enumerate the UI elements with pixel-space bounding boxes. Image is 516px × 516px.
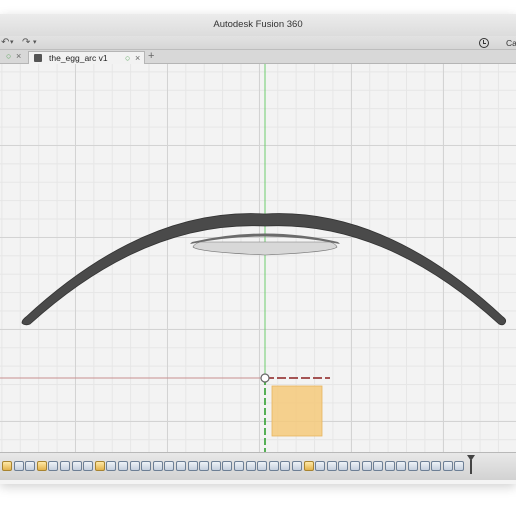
- timeline-feature-icon[interactable]: [442, 461, 453, 471]
- timeline-feature-icon[interactable]: [83, 461, 94, 471]
- timeline-feature-icon[interactable]: [280, 461, 291, 471]
- undo-dropdown-icon[interactable]: ▾: [10, 36, 14, 50]
- undo-icon[interactable]: ↶: [1, 36, 9, 50]
- timeline-feature-icon[interactable]: [222, 461, 233, 471]
- origin-point[interactable]: [260, 373, 270, 383]
- plus-icon[interactable]: +: [148, 50, 154, 63]
- tab-status-icon[interactable]: ○: [125, 52, 130, 64]
- timeline-feature-icon[interactable]: [245, 461, 256, 471]
- app-title: Autodesk Fusion 360: [213, 19, 303, 30]
- timeline-feature-icon[interactable]: [25, 461, 36, 471]
- redo-dropdown-icon[interactable]: ▾: [33, 36, 37, 50]
- quick-access-toolbar: ↶ ▾ ↷ ▾ Ca: [0, 36, 516, 50]
- document-icon: [34, 54, 42, 62]
- timeline-feature-icon[interactable]: [118, 461, 128, 471]
- timeline-feature-icon[interactable]: [199, 461, 210, 471]
- tab-document[interactable]: the_egg_arc v1 ○ ×: [28, 51, 145, 64]
- timeline-feature-icon[interactable]: [350, 461, 360, 471]
- tab-x-icon[interactable]: ×: [16, 50, 21, 63]
- timeline-bar: [0, 452, 516, 480]
- title-bar: Autodesk Fusion 360: [0, 14, 516, 36]
- document-tab-bar: ○ × the_egg_arc v1 ○ × +: [0, 50, 516, 64]
- timeline-feature-icon[interactable]: [152, 461, 163, 471]
- clock-icon[interactable]: [479, 38, 489, 48]
- redo-icon[interactable]: ↷: [22, 36, 30, 50]
- timeline-feature-icon[interactable]: [454, 461, 465, 471]
- selected-face[interactable]: [271, 385, 323, 437]
- timeline-feature-icon[interactable]: [419, 461, 430, 471]
- timeline-feature-icon[interactable]: [268, 461, 279, 471]
- timeline-feature-icon[interactable]: [106, 461, 117, 471]
- egg-arc-body[interactable]: [21, 213, 507, 326]
- timeline-feature-icon[interactable]: [164, 461, 175, 471]
- timeline-feature-icon[interactable]: [210, 461, 221, 471]
- timeline-feature-icon[interactable]: [187, 461, 198, 471]
- viewport-canvas[interactable]: [0, 64, 516, 452]
- close-tab-icon[interactable]: ×: [135, 52, 140, 64]
- timeline-feature-icon[interactable]: [292, 461, 302, 471]
- timeline-feature-icon[interactable]: [234, 461, 244, 471]
- timeline-feature-icon[interactable]: [326, 461, 337, 471]
- timeline-feature-icon[interactable]: [361, 461, 372, 471]
- timeline-feature-icon[interactable]: [257, 461, 268, 471]
- timeline-feature-icon[interactable]: [71, 461, 82, 471]
- timeline-feature-icon[interactable]: [373, 461, 384, 471]
- timeline-track[interactable]: [0, 458, 480, 474]
- timeline-feature-icon[interactable]: [315, 461, 326, 471]
- timeline-sketch-icon[interactable]: [36, 461, 47, 471]
- cancel-button[interactable]: Ca: [506, 38, 516, 48]
- timeline-feature-icon[interactable]: [141, 461, 152, 471]
- timeline-feature-icon[interactable]: [431, 461, 442, 471]
- timeline-feature-icon[interactable]: [13, 461, 24, 471]
- tab-label: the_egg_arc v1: [49, 53, 108, 63]
- timeline-feature-icon[interactable]: [60, 461, 70, 471]
- timeline-feature-icon[interactable]: [48, 461, 59, 471]
- timeline-feature-icon[interactable]: [396, 461, 407, 471]
- model-scene: [0, 64, 507, 452]
- timeline-sketch-icon[interactable]: [303, 461, 314, 471]
- timeline-feature-icon[interactable]: [408, 461, 418, 471]
- timeline-marker-line: [470, 460, 472, 474]
- app-window: Autodesk Fusion 360 ↶ ▾ ↷ ▾ Ca ○ × the_e…: [0, 14, 516, 484]
- timeline-sketch-icon[interactable]: [94, 461, 105, 471]
- tab-close-icon[interactable]: ○: [6, 50, 11, 63]
- timeline-feature-icon[interactable]: [129, 461, 140, 471]
- timeline-feature-icon[interactable]: [338, 461, 349, 471]
- timeline-feature-icon[interactable]: [176, 461, 186, 471]
- timeline-sketch-icon[interactable]: [2, 461, 12, 471]
- timeline-feature-icon[interactable]: [384, 461, 395, 471]
